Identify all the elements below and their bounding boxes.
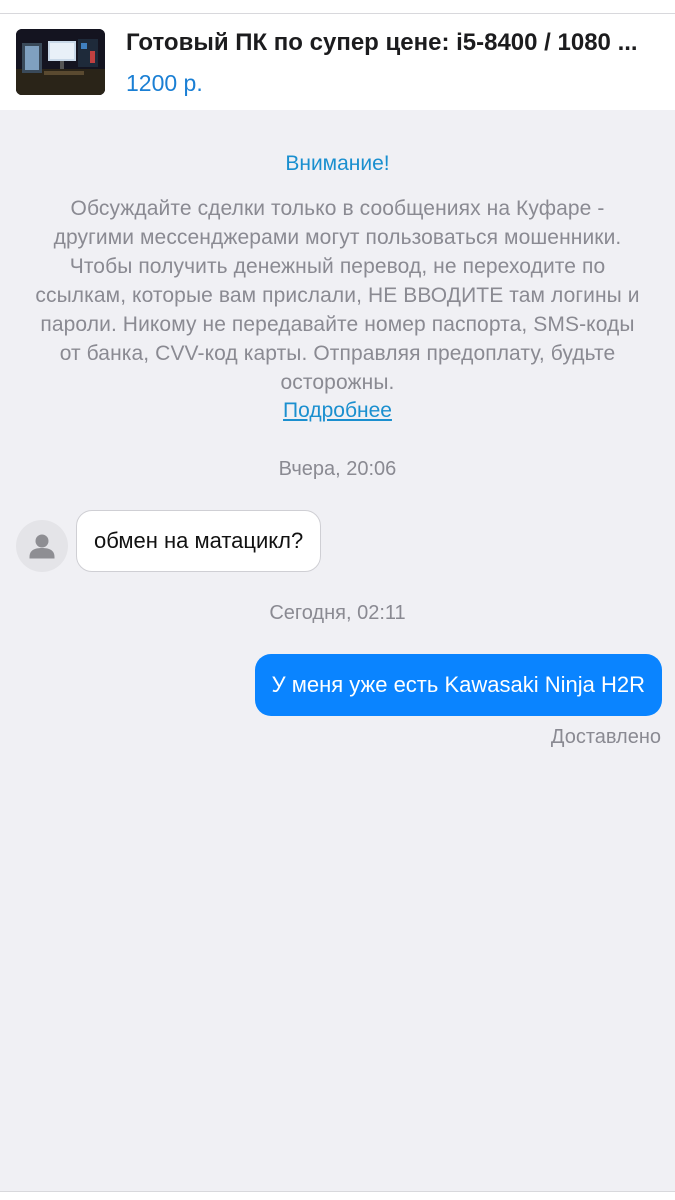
listing-price: 1200 р. [126, 70, 203, 96]
incoming-message-bubble[interactable]: обмен на матацикл? [76, 510, 322, 572]
top-divider [0, 0, 675, 14]
bottom-divider [0, 1191, 675, 1200]
notice-body: Обсуждайте сделки только в сообщениях на… [35, 197, 640, 394]
more-info-link-row: Подробнее [0, 397, 675, 425]
user-icon [29, 534, 55, 559]
listing-thumbnail[interactable] [16, 29, 105, 95]
delivery-status: Доставлено [550, 726, 661, 748]
listing-photo-icon [16, 29, 105, 95]
timestamp-today: Сегодня, 02:11 [269, 602, 406, 624]
listing-title[interactable]: Готовый ПК по супер цене: i5-8400 / 1080… [126, 28, 656, 58]
more-info-link[interactable]: Подробнее [283, 399, 392, 422]
notice-title: Внимание! [285, 152, 390, 175]
avatar[interactable] [16, 520, 68, 572]
outgoing-message-bubble[interactable]: У меня уже есть Kawasaki Ninja H2R [254, 654, 662, 716]
timestamp-yesterday: Вчера, 20:06 [278, 458, 397, 480]
listing-header[interactable]: Готовый ПК по супер цене: i5-8400 / 1080… [0, 14, 675, 110]
